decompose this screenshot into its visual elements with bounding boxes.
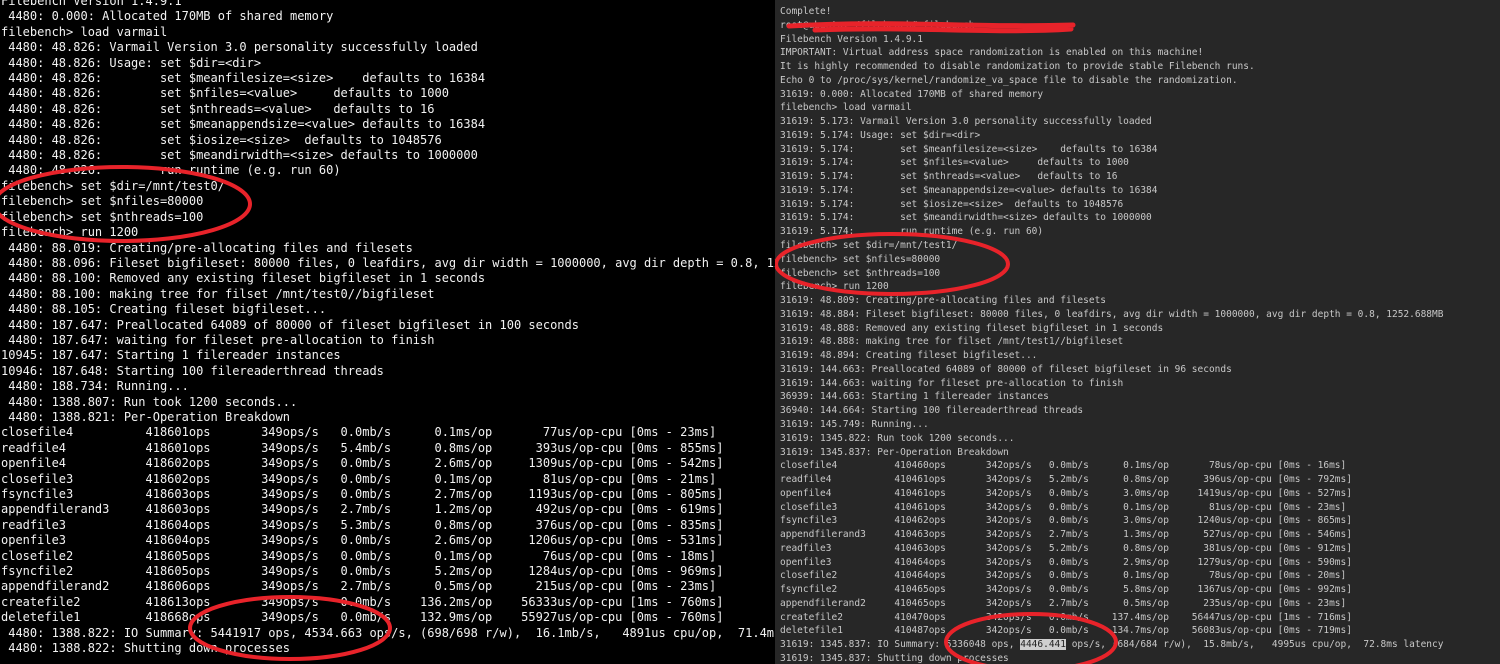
terminal-line: 4480: 48.826: set $meandirwidth=<size> d… [1, 148, 478, 163]
terminal-line: 36940: 144.664: Starting 100 filereadert… [780, 405, 1084, 417]
terminal-line: appendfilerand2 418606ops 349ops/s 2.7mb… [1, 579, 717, 594]
terminal-line: 4480: 1388.822: IO Summary: 5441917 ops,… [1, 625, 775, 640]
terminal-line: 4480: 88.100: making tree for filset /mn… [1, 286, 435, 301]
terminal-line: 31619: 1345.837: Per-Operation Breakdown [780, 446, 1009, 458]
terminal-line: appendfilerand2 410465ops 342ops/s 2.7mb… [780, 597, 1347, 609]
terminal-line: closefile4 418601ops 349ops/s 0.0mb/s 0.… [1, 425, 717, 440]
terminal-line: 4480: 48.826: set $meanappendsize=<value… [1, 117, 486, 132]
terminal-line: It is highly recommended to disable rand… [780, 61, 1255, 73]
terminal-line: readfile3 410463ops 342ops/s 5.2mb/s 0.8… [780, 542, 1352, 554]
terminal-line: appendfilerand3 418603ops 349ops/s 2.7mb… [1, 502, 724, 517]
terminal-line: 4480: 48.826: set $nfiles=<value> defaul… [1, 86, 449, 101]
terminal-line: 4480: 1388.821: Per-Operation Breakdown [1, 409, 290, 424]
terminal-line: 31619: 5.174: Usage: set $dir=<dir> [780, 129, 981, 141]
terminal-line: Filebench Version 1.4.9.1 [780, 33, 923, 45]
terminal-line: 4480: 88.105: Creating fileset bigfilese… [1, 302, 327, 317]
terminal-line: 4480: 1388.807: Run took 1200 seconds... [1, 394, 298, 409]
line-text: ops/s, (684/684 r/w), 15.8mb/s, 4995us c… [1065, 639, 1444, 651]
terminal-line: 31619: 5.174: set $meanfilesize=<size> d… [780, 143, 1158, 155]
terminal-line: 31619: 48.888: making tree for filset /m… [780, 336, 1124, 348]
terminal-line: 31619: 1345.837: Shutting down processes [780, 652, 1009, 664]
left-terminal-output: Filebench Version 1.4.9.1 4480: 0.000: A… [0, 0, 775, 656]
terminal-line: 31619: 1345.837: IO Summary: 5336048 ops… [775, 638, 1443, 652]
terminal-line: 4480: 48.826: Usage: set $dir=<dir> [1, 55, 262, 70]
terminal-line: Complete! [780, 6, 832, 17]
terminal-line: createfile2 410470ops 342ops/s 0.0mb/s 1… [780, 611, 1352, 623]
terminal-line: deletefile1 410487ops 342ops/s 0.0mb/s 1… [780, 625, 1352, 637]
terminal-line: filebench> load varmail [1, 24, 168, 39]
terminal-line: 4480: 48.826: set $meanfilesize=<size> d… [1, 71, 486, 86]
terminal-line: 31619: 144.663: waiting for fileset pre-… [780, 377, 1124, 389]
terminal-line: 31619: 48.884: Fileset bigfileset: 80000… [780, 308, 1444, 320]
terminal-line: 31619: 1345.822: Run took 1200 seconds..… [780, 432, 1015, 444]
terminal-line: 31619: 48.809: Creating/pre-allocating f… [780, 295, 1107, 307]
terminal-line: 4480: 187.647: Preallocated 64089 of 800… [1, 317, 579, 332]
terminal-line: Echo 0 to /proc/sys/kernel/randomize_va_… [780, 74, 1238, 86]
terminal-line: 4480: 188.734: Running... [1, 379, 189, 394]
terminal-line: 31619: 5.174: set $meandirwidth=<size> d… [780, 212, 1152, 224]
terminal-line: filebench> load varmail [780, 102, 912, 114]
terminal-line: closefile2 410464ops 342ops/s 0.0mb/s 0.… [780, 570, 1347, 582]
terminal-line: 4480: 48.826: set $nthreads=<value> defa… [1, 101, 435, 116]
terminal-line: 4480: 48.826: run runtime (e.g. run 60) [1, 163, 341, 178]
terminal-line: filebench> set $dir=/mnt/test1/ [780, 240, 958, 252]
terminal-line: 10946: 187.648: Starting 100 filereadert… [1, 363, 384, 378]
terminal-line: 31619: 5.174: run runtime (e.g. run 60) [780, 226, 1044, 238]
terminal-line: readfile4 410461ops 342ops/s 5.2mb/s 0.8… [780, 474, 1352, 486]
terminal-line: openfile3 418604ops 349ops/s 0.0mb/s 2.6… [1, 533, 724, 548]
terminal-line: closefile4 410460ops 342ops/s 0.0mb/s 0.… [780, 460, 1347, 472]
terminal-line: 31619: 5.174: set $nfiles=<value> defaul… [780, 157, 1129, 169]
terminal-line: 31619: 5.173: Varmail Version 3.0 person… [780, 116, 1152, 128]
terminal-line: readfile4 418601ops 349ops/s 5.4mb/s 0.8… [1, 440, 724, 455]
terminal-line: filebench> run 1200 [1, 225, 139, 240]
terminal-line: 31619: 48.894: Creating fileset bigfiles… [780, 350, 1038, 362]
terminal-line: 31619: 145.749: Running... [780, 418, 929, 430]
terminal-line: filebench> set $nfiles=80000 [1, 194, 204, 209]
terminal-line: 4480: 88.019: Creating/pre-allocating fi… [1, 240, 413, 255]
terminal-line: root@ubuntu:~/filebench# filebench [780, 19, 975, 31]
terminal-line: IMPORTANT: Virtual address space randomi… [780, 47, 1204, 59]
right-terminal-output: Complete! root@ubuntu:~/filebench# filebe… [775, 5, 1443, 664]
terminal-line: filebench> run 1200 [780, 281, 889, 293]
terminal-line: filebench> set $nthreads=100 [1, 209, 204, 224]
terminal-line: 36939: 144.663: Starting 1 filereader in… [780, 391, 1049, 403]
terminal-line: fsyncfile2 418605ops 349ops/s 0.0mb/s 5.… [1, 564, 724, 579]
terminal-line: 31619: 5.174: set $nthreads=<value> defa… [780, 171, 1118, 183]
terminal-line: closefile3 418602ops 349ops/s 0.0mb/s 0.… [1, 471, 717, 486]
terminal-line: readfile3 418604ops 349ops/s 5.3mb/s 0.8… [1, 517, 724, 532]
terminal-line: closefile2 418605ops 349ops/s 0.0mb/s 0.… [1, 548, 717, 563]
terminal-line: openfile4 418602ops 349ops/s 0.0mb/s 2.6… [1, 456, 724, 471]
terminal-line: 10945: 187.647: Starting 1 filereader in… [1, 348, 341, 363]
terminal-line: 31619: 48.888: Removed any existing file… [780, 322, 1164, 334]
line-text: 31619: 1345.837: IO Summary: 5336048 ops… [780, 639, 1021, 651]
terminal-line: deletefile1 418668ops 349ops/s 0.0mb/s 1… [1, 610, 724, 625]
terminal-line: 31619: 5.174: set $meanappendsize=<value… [780, 184, 1158, 196]
terminal-line: 4480: 187.647: waiting for fileset pre-a… [1, 332, 435, 347]
terminal-line: 4480: 88.100: Removed any existing files… [1, 271, 486, 286]
right-terminal[interactable]: Complete! root@ubuntu:~/filebench# filebe… [775, 0, 1500, 664]
terminal-line: 4480: 0.000: Allocated 170MB of shared m… [1, 9, 334, 24]
terminal-line: fsyncfile3 410462ops 342ops/s 0.0mb/s 3.… [780, 515, 1352, 527]
terminal-line: fsyncfile2 410465ops 342ops/s 0.0mb/s 5.… [780, 584, 1352, 596]
terminal-line: 31619: 0.000: Allocated 170MB of shared … [780, 88, 1044, 100]
terminal-line: filebench> set $nfiles=80000 [780, 253, 941, 265]
terminal-line: openfile4 410461ops 342ops/s 0.0mb/s 3.0… [780, 487, 1352, 499]
selected-text: 4446.441 [1020, 639, 1066, 651]
terminal-line: createfile2 418613ops 349ops/s 0.0mb/s 1… [1, 594, 724, 609]
terminal-line: 4480: 1388.822: Shutting down processes [1, 641, 290, 656]
terminal-line: 4480: 48.826: Varmail Version 3.0 person… [1, 40, 478, 55]
terminal-line: Filebench Version 1.4.9.1 [1, 0, 182, 8]
terminal-line: 31619: 5.174: set $iosize=<size> default… [780, 198, 1124, 210]
terminal-line: closefile3 410461ops 342ops/s 0.0mb/s 0.… [780, 501, 1347, 513]
left-terminal[interactable]: Filebench Version 1.4.9.1 4480: 0.000: A… [0, 0, 775, 664]
terminal-line: openfile3 410464ops 342ops/s 0.0mb/s 2.9… [780, 556, 1352, 568]
terminal-line: filebench> set $nthreads=100 [780, 267, 941, 279]
terminal-line: appendfilerand3 410463ops 342ops/s 2.7mb… [780, 529, 1352, 541]
terminal-line: 4480: 48.826: set $iosize=<size> default… [1, 132, 442, 147]
terminal-line: fsyncfile3 418603ops 349ops/s 0.0mb/s 2.… [1, 487, 724, 501]
terminal-line: 31619: 144.663: Preallocated 64089 of 80… [780, 363, 1232, 375]
terminal-line: filebench> set $dir=/mnt/test0/ [1, 178, 225, 193]
terminal-line: 4480: 88.096: Fileset bigfileset: 80000 … [1, 255, 775, 270]
